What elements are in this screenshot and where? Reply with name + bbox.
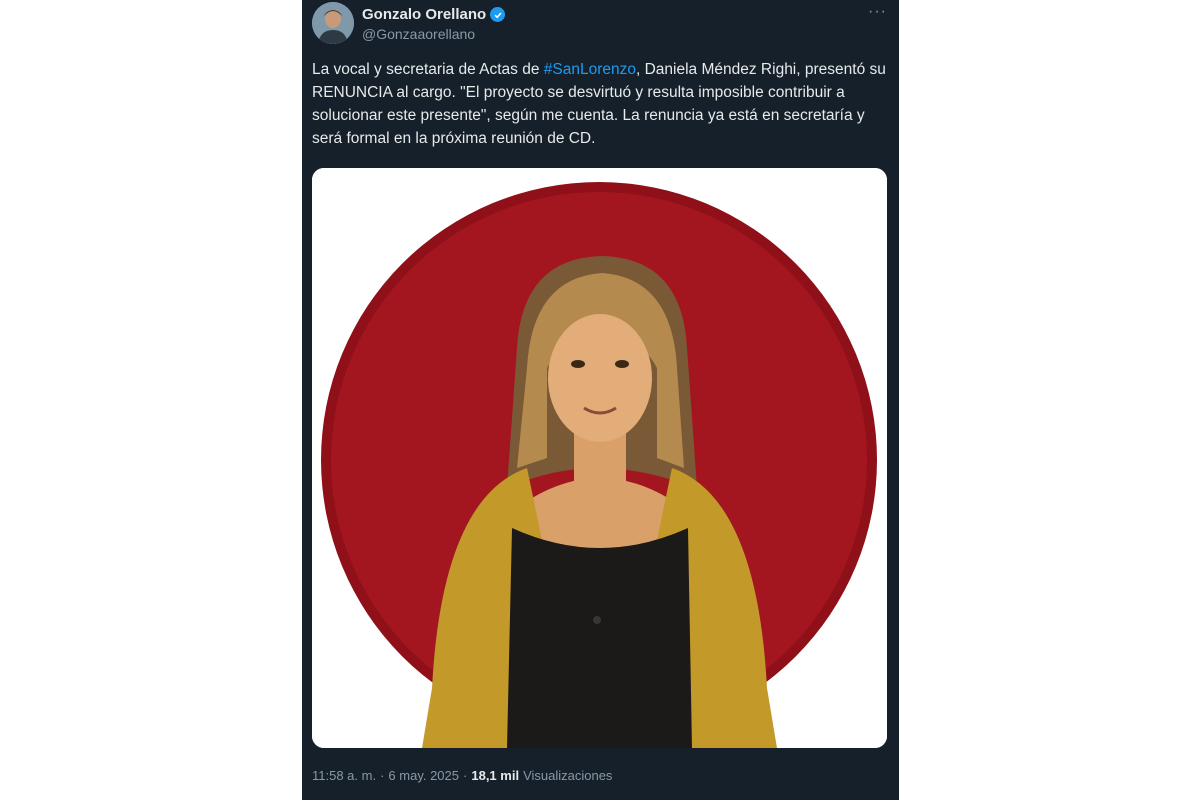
- tweet-media-photo[interactable]: [312, 168, 887, 748]
- more-options-icon[interactable]: ···: [868, 3, 887, 21]
- meta-separator: ·: [463, 768, 468, 783]
- tweet-meta: 11:58 a. m. · 6 may. 2025 · 18,1 mil Vis…: [312, 768, 612, 783]
- hashtag-link[interactable]: #SanLorenzo: [544, 61, 636, 78]
- avatar-photo-icon: [312, 2, 354, 44]
- tweet-date[interactable]: 6 may. 2025: [388, 768, 459, 783]
- author-handle[interactable]: @Gonzaaorellano: [362, 26, 475, 42]
- portrait-photo: [312, 168, 887, 748]
- author-name-text: Gonzalo Orellano: [362, 6, 487, 23]
- tweet-text-part1: La vocal y secretaria de Actas de: [312, 61, 544, 78]
- views-count: 18,1 mil: [471, 768, 520, 783]
- tweet-card: Gonzalo Orellano @Gonzaaorellano ··· La …: [302, 0, 899, 800]
- author-name[interactable]: Gonzalo Orellano: [362, 6, 506, 23]
- author-avatar[interactable]: [312, 2, 354, 44]
- verified-badge-icon: [490, 7, 506, 22]
- tweet-text: La vocal y secretaria de Actas de #SanLo…: [312, 58, 892, 150]
- views-label: Visualizaciones: [523, 768, 613, 783]
- tweet-time[interactable]: 11:58 a. m.: [312, 768, 376, 783]
- meta-separator: ·: [380, 768, 385, 783]
